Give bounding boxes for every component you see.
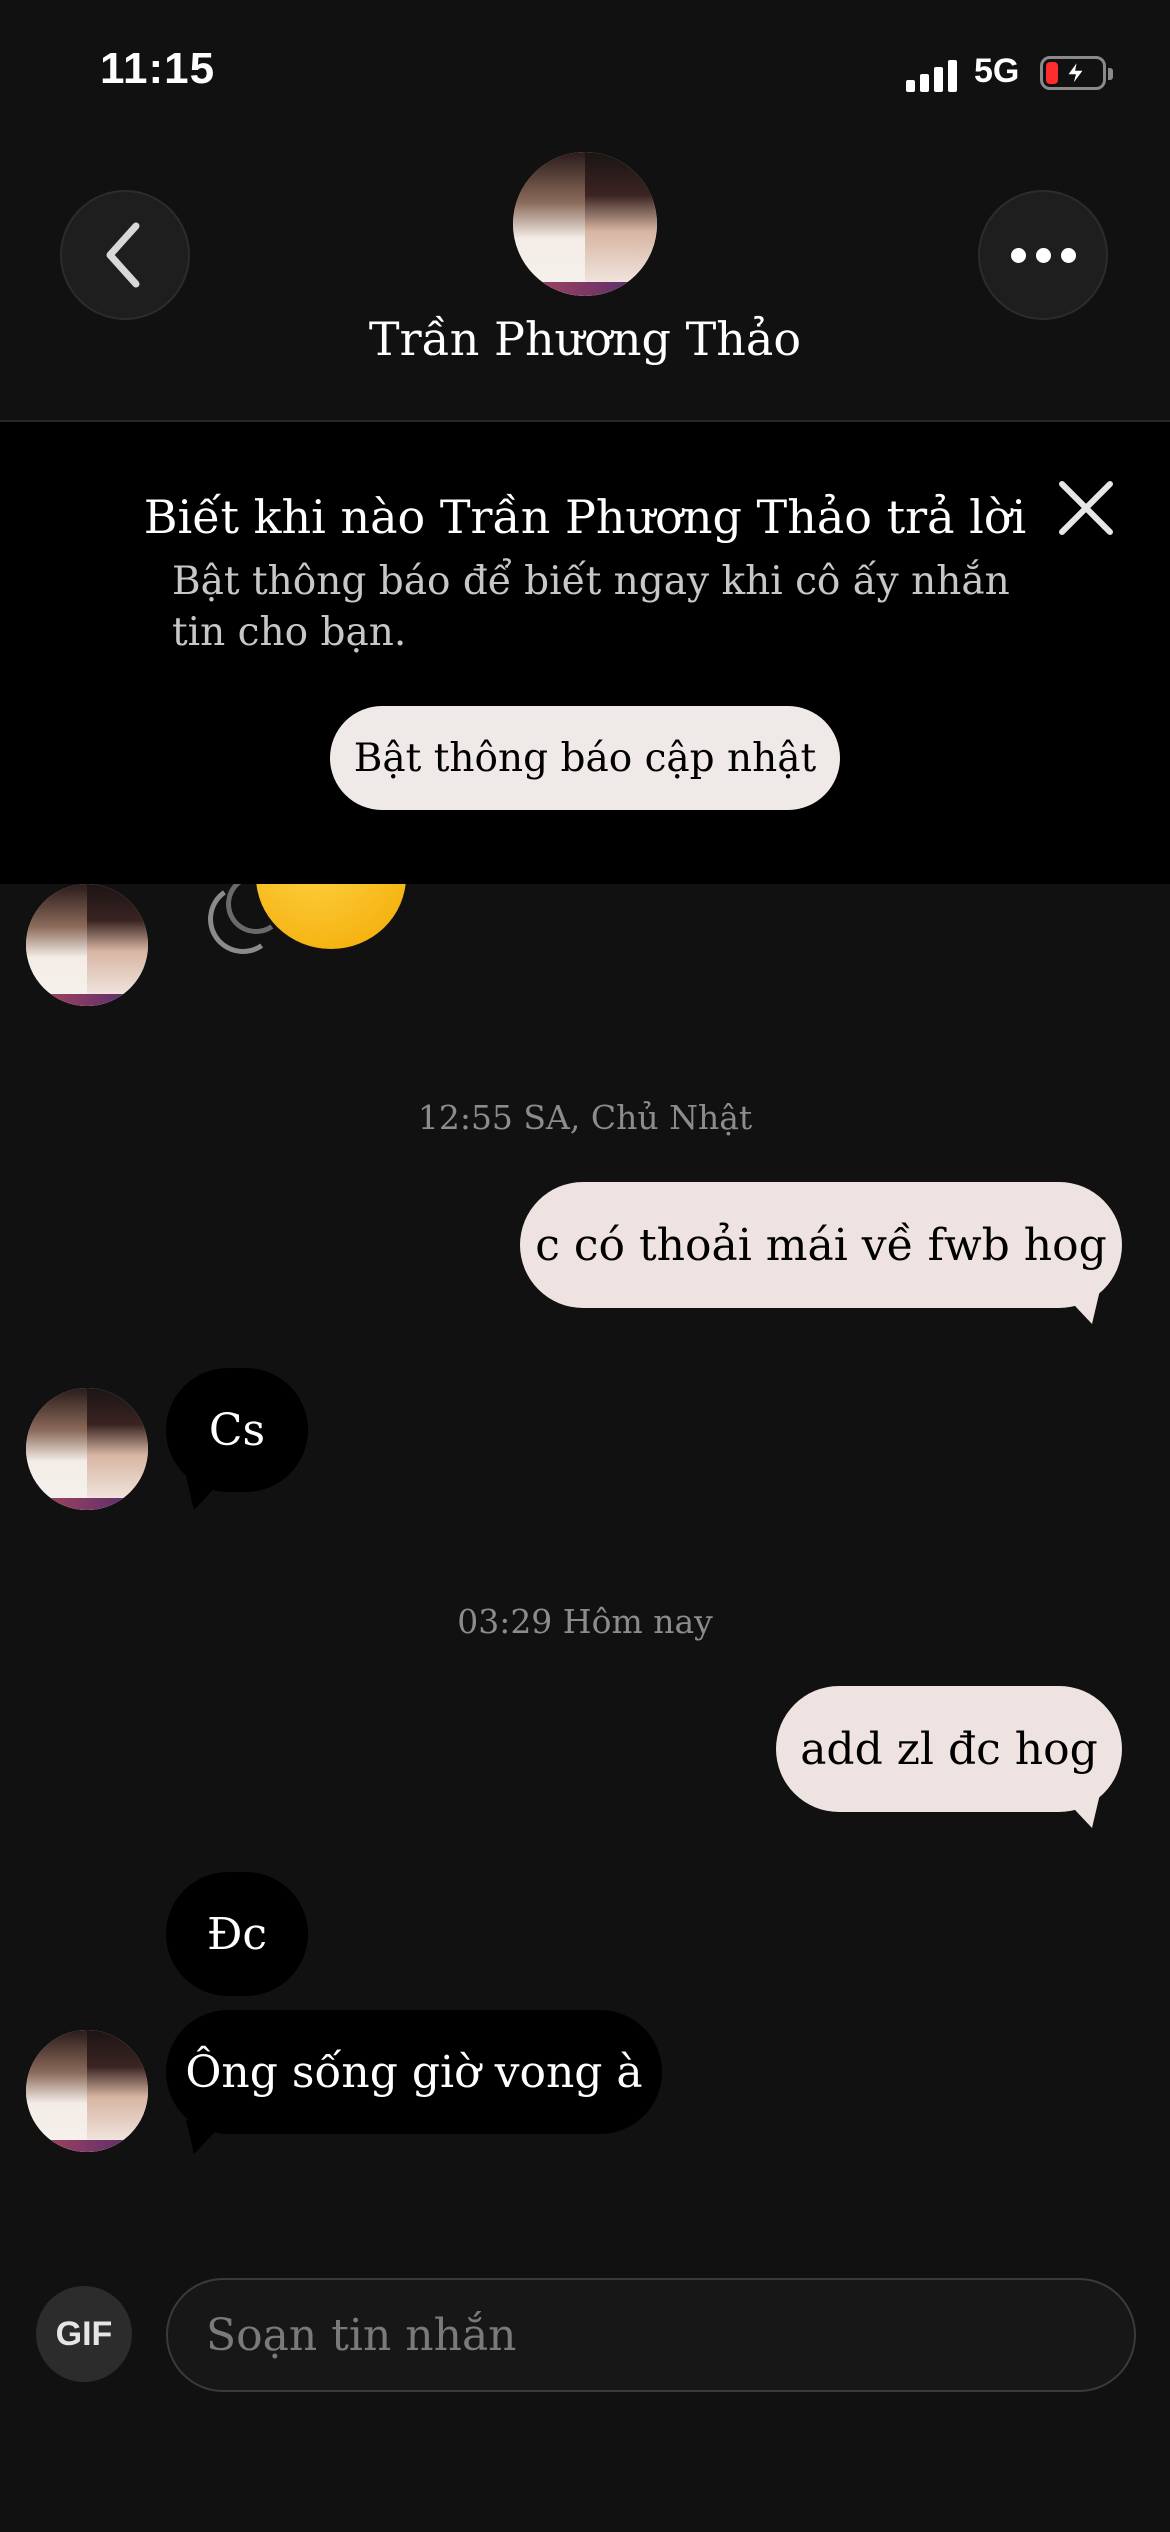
network-label: 5G — [974, 52, 1020, 90]
incoming-message[interactable]: Ông sống giờ vong à — [166, 2010, 662, 2134]
message-timestamp: 12:55 SA, Chủ Nhật — [417, 1098, 753, 1137]
incoming-message[interactable]: Cs — [166, 1368, 308, 1492]
contact-avatar[interactable] — [26, 884, 148, 1006]
contact-name[interactable]: Trần Phương Thảo — [0, 312, 1170, 366]
incoming-message[interactable]: Đc — [166, 1872, 308, 1996]
message-input-placeholder: Soạn tin nhắn — [206, 2309, 517, 2361]
outgoing-message[interactable]: c có thoải mái về fwb hog — [520, 1182, 1122, 1308]
enable-notifications-button[interactable]: Bật thông báo cập nhật — [330, 706, 840, 810]
more-options-button[interactable] — [978, 190, 1108, 320]
banner-body: Bật thông báo để biết ngay khi cô ấy nhắ… — [172, 559, 1010, 655]
more-horizontal-icon — [1010, 247, 1076, 263]
status-time: 11:15 — [100, 44, 216, 93]
battery-low-charging-icon — [1040, 56, 1113, 90]
message-input[interactable]: Soạn tin nhắn — [166, 2278, 1136, 2392]
gif-button[interactable]: GIF — [36, 2286, 132, 2382]
chevron-left-icon — [106, 222, 140, 288]
waving-hand-emoji — [196, 884, 416, 964]
outgoing-message[interactable]: add zl đc hog — [776, 1686, 1122, 1812]
contact-avatar[interactable] — [26, 1388, 148, 1510]
signal-icon — [906, 58, 960, 92]
bubble-tail — [186, 1476, 226, 1510]
banner-title: Biết khi nào Trần Phương Thảo trả lời — [143, 490, 1027, 544]
bubble-tail — [186, 2120, 226, 2154]
contact-avatar[interactable] — [26, 2030, 148, 2152]
contact-avatar[interactable] — [513, 152, 657, 296]
message-timestamp: 03:29 Hôm nay — [457, 1602, 713, 1641]
close-icon — [1059, 481, 1113, 535]
close-banner-button[interactable] — [1056, 478, 1116, 538]
back-button[interactable] — [60, 190, 190, 320]
